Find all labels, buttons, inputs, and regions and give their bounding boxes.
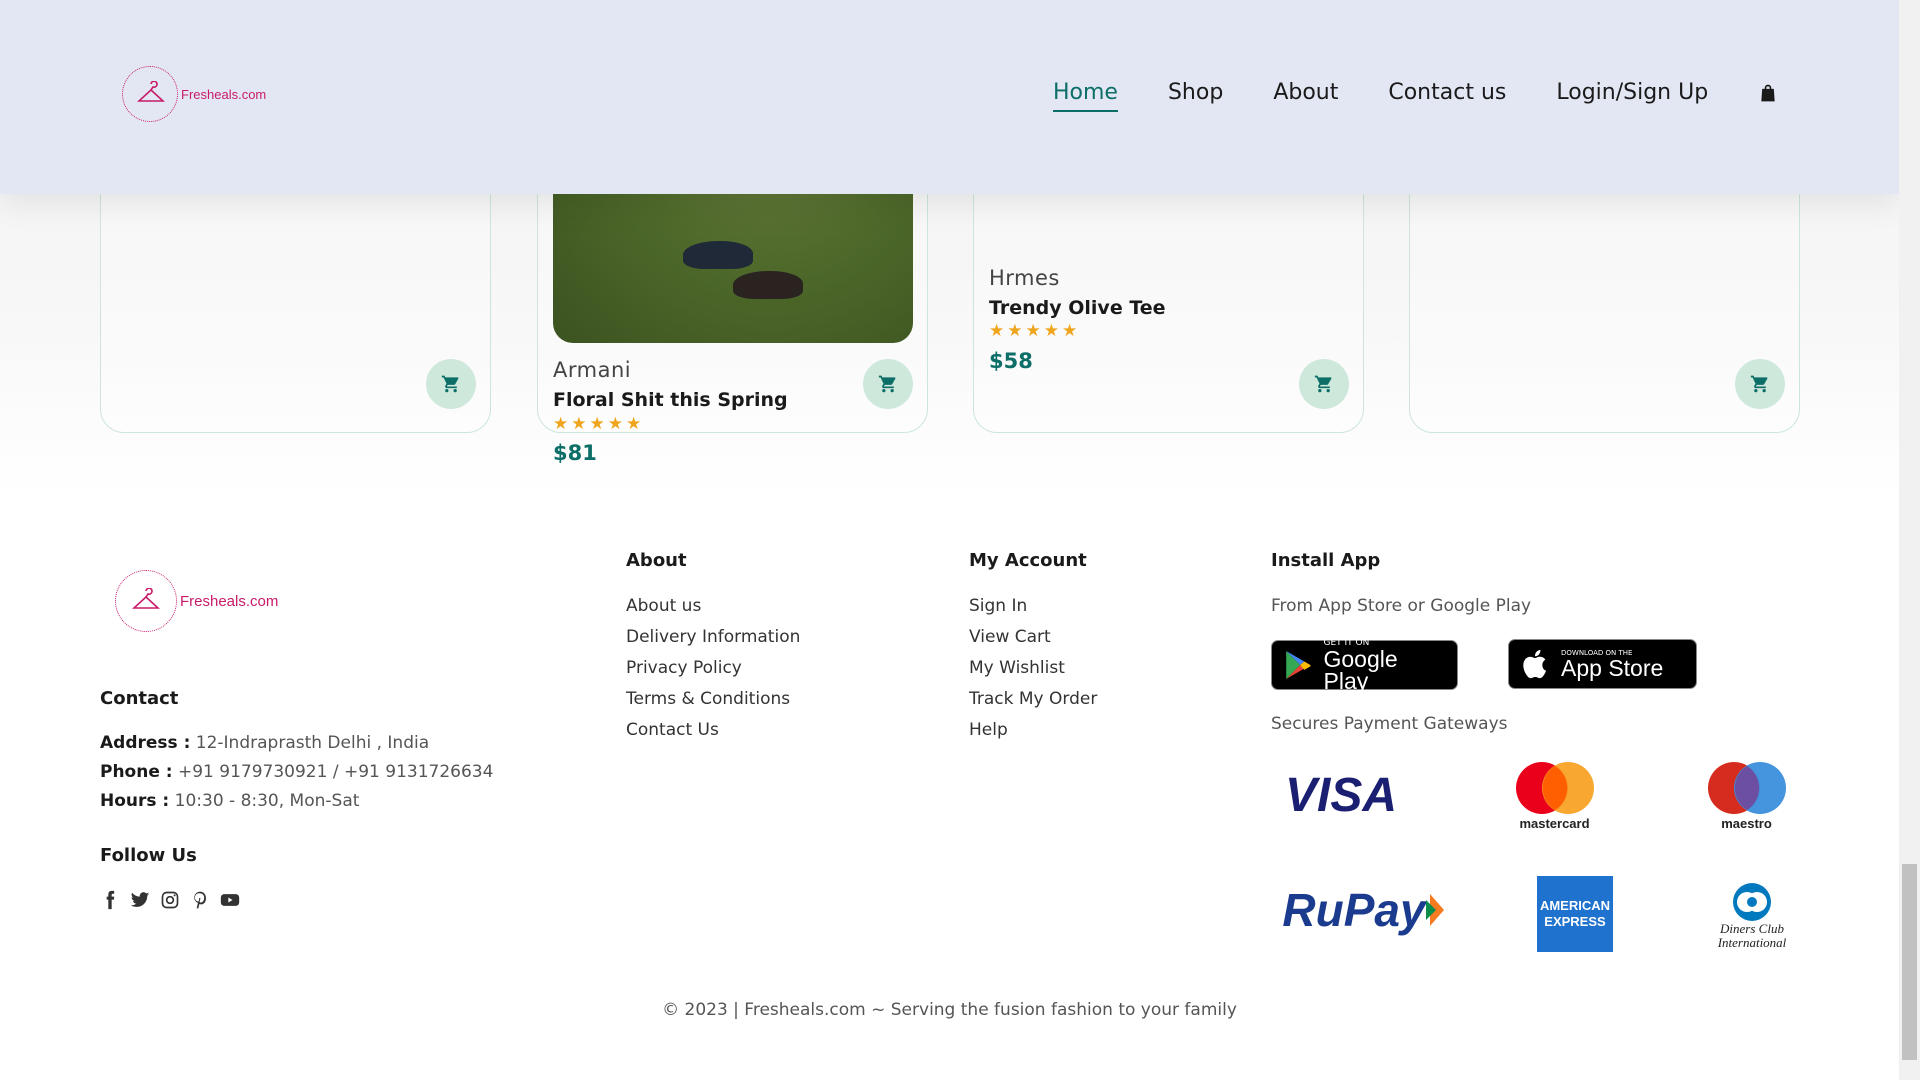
footer-link-contact[interactable]: Contact Us [626,720,719,740]
instagram-icon[interactable] [160,890,180,910]
cart-icon [878,375,896,393]
page: Armani Floral Shit this Spring ★★★★★ $81… [0,0,1899,1080]
logo-badge [122,66,178,122]
star-rating: ★★★★★ [553,414,645,434]
add-to-cart-button[interactable] [1299,359,1349,409]
contact-address: Address : 12-Indraprasth Delhi , India [100,733,429,753]
product-price: $58 [989,349,1033,373]
amex-logo-text: AMERICAN EXPRESS [1539,898,1611,929]
hanger-icon [137,81,165,102]
app-store-text: Download on the App Store [1561,649,1664,681]
visa-logo-text: VISA [1284,768,1398,822]
footer-link-about-us[interactable]: About us [626,596,701,616]
contact-heading: Contact [100,688,179,709]
add-to-cart-button[interactable] [863,359,913,409]
hours-value: 10:30 - 8:30, Mon-Sat [174,791,360,811]
hours-label: Hours : [100,791,170,811]
social-links [100,890,240,910]
mastercard-logo: mastercard [1507,755,1602,835]
rupay-arrow [1425,894,1444,926]
nav-about[interactable]: About [1273,80,1338,105]
phone-value: +91 9179730921 / +91 9131726634 [178,762,494,782]
google-play-icon [1286,651,1311,679]
contact-phone: Phone : +91 9179730921 / +91 9131726634 [100,762,493,782]
diners-club-circles [1733,883,1771,921]
footer-link-view-cart[interactable]: View Cart [969,627,1051,647]
nav-login[interactable]: Login/Sign Up [1556,80,1708,105]
site-header: Fresheals.com Home Shop About Contact us… [0,0,1899,194]
cart-icon [441,375,459,393]
diners-club-logo: Diners Club International [1705,876,1799,956]
logo-text: Fresheals.com [181,86,267,102]
cart-icon [1314,375,1332,393]
product-brand: Hrmes [989,266,1060,290]
nav-contact[interactable]: Contact us [1388,80,1506,105]
google-play-button[interactable]: GET IT ON Google Play [1271,638,1458,694]
footer-link-privacy[interactable]: Privacy Policy [626,658,742,678]
nav-home[interactable]: Home [1053,80,1118,112]
shopping-bag-icon[interactable] [1758,83,1778,103]
vertical-scrollbar[interactable] [1899,0,1920,1080]
visa-logo: VISA [1271,755,1411,835]
copyright: © 2023 | Fresheals.com ~ Serving the fus… [662,1000,1237,1020]
maestro-circles [1707,761,1786,814]
add-to-cart-button[interactable] [1735,359,1785,409]
maestro-logo-text: maestro [1721,815,1772,831]
cart-icon [1750,375,1768,393]
follow-heading: Follow Us [100,845,197,866]
mastercard-circles [1515,761,1594,814]
footer-link-wishlist[interactable]: My Wishlist [969,658,1065,678]
mastercard-logo-text: mastercard [1519,815,1590,831]
youtube-icon[interactable] [220,890,240,910]
address-label: Address : [100,733,191,753]
install-subtitle: From App Store or Google Play [1271,596,1532,616]
star-rating: ★★★★★ [989,321,1081,341]
main-nav: Home Shop About Contact us Login/Sign Up [1053,80,1778,112]
contact-hours: Hours : 10:30 - 8:30, Mon-Sat [100,791,359,811]
site-logo[interactable]: Fresheals.com [122,66,266,122]
google-play-big: Google Play [1323,646,1398,694]
footer-link-help[interactable]: Help [969,720,1008,740]
product-price: $81 [553,441,597,465]
google-play-text: GET IT ON Google Play [1323,638,1448,694]
phone-label: Phone : [100,762,173,782]
address-value: 12-Indraprasth Delhi , India [195,733,430,753]
account-heading: My Account [969,550,1087,571]
apple-icon [1523,649,1547,679]
footer-logo[interactable]: Fresheals.com [115,570,278,632]
shoe-shape [683,241,753,269]
diners-club-logo-text: Diners Club International [1717,921,1787,950]
scrollbar-thumb[interactable] [1902,864,1917,1060]
twitter-icon[interactable] [130,890,150,910]
add-to-cart-button[interactable] [426,359,476,409]
app-store-button[interactable]: Download on the App Store [1508,639,1697,689]
product-name[interactable]: Trendy Olive Tee [989,297,1166,319]
logo-text: Fresheals.com [180,592,279,610]
product-name[interactable]: Floral Shit this Spring [553,389,788,411]
facebook-icon[interactable] [100,890,120,910]
payments-label: Secures Payment Gateways [1271,714,1508,734]
about-heading: About [626,550,687,571]
app-store-big: App Store [1561,655,1664,681]
footer-link-delivery[interactable]: Delivery Information [626,627,800,647]
footer-link-track-order[interactable]: Track My Order [969,689,1097,709]
hanger-icon [132,588,160,609]
rupay-logo: RuPay [1271,870,1461,950]
maestro-logo: maestro [1699,755,1794,835]
nav-shop[interactable]: Shop [1168,80,1223,105]
product-brand: Armani [553,358,632,382]
pinterest-icon[interactable] [190,890,210,910]
footer-link-terms[interactable]: Terms & Conditions [626,689,790,709]
amex-logo: AMERICAN EXPRESS [1537,876,1613,952]
logo-badge [115,570,177,632]
footer-link-sign-in[interactable]: Sign In [969,596,1027,616]
rupay-logo-text: RuPay [1282,884,1426,936]
install-heading: Install App [1271,550,1381,571]
shoe-shape [733,271,803,299]
site-footer: Fresheals.com Contact Address : 12-Indra… [0,500,1899,1080]
